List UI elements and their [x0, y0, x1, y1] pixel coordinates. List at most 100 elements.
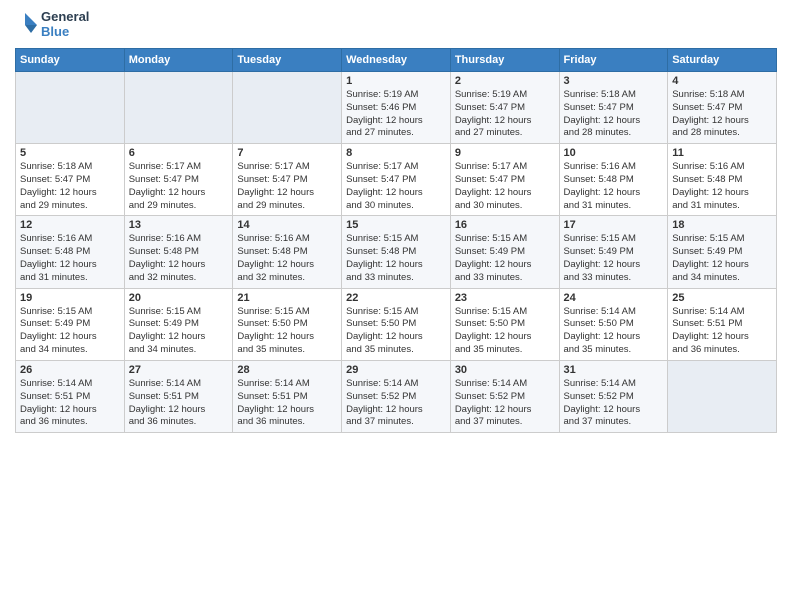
- calendar-cell: 15Sunrise: 5:15 AMSunset: 5:48 PMDayligh…: [342, 216, 451, 288]
- day-number: 23: [455, 292, 555, 304]
- day-info: and 30 minutes.: [346, 200, 446, 213]
- day-info: Daylight: 12 hours: [129, 187, 229, 200]
- weekday-header-thursday: Thursday: [450, 48, 559, 71]
- day-info: Daylight: 12 hours: [129, 331, 229, 344]
- day-info: and 35 minutes.: [455, 344, 555, 357]
- day-info: and 27 minutes.: [455, 127, 555, 140]
- day-number: 10: [564, 147, 664, 159]
- weekday-header-friday: Friday: [559, 48, 668, 71]
- day-number: 31: [564, 364, 664, 376]
- day-info: and 36 minutes.: [672, 344, 772, 357]
- day-info: Sunrise: 5:16 AM: [20, 233, 120, 246]
- day-info: Sunrise: 5:15 AM: [564, 233, 664, 246]
- day-info: and 34 minutes.: [672, 272, 772, 285]
- day-number: 11: [672, 147, 772, 159]
- day-info: and 28 minutes.: [564, 127, 664, 140]
- calendar-cell: 30Sunrise: 5:14 AMSunset: 5:52 PMDayligh…: [450, 360, 559, 432]
- day-info: Sunrise: 5:15 AM: [672, 233, 772, 246]
- day-info: Sunset: 5:48 PM: [346, 246, 446, 259]
- day-info: Sunset: 5:47 PM: [129, 174, 229, 187]
- calendar-cell: [233, 71, 342, 143]
- day-info: Daylight: 12 hours: [455, 115, 555, 128]
- calendar-cell: 3Sunrise: 5:18 AMSunset: 5:47 PMDaylight…: [559, 71, 668, 143]
- day-info: Daylight: 12 hours: [129, 404, 229, 417]
- day-number: 21: [237, 292, 337, 304]
- day-info: Sunset: 5:48 PM: [20, 246, 120, 259]
- day-number: 5: [20, 147, 120, 159]
- day-number: 27: [129, 364, 229, 376]
- day-info: Daylight: 12 hours: [237, 331, 337, 344]
- day-info: and 36 minutes.: [20, 416, 120, 429]
- day-info: Sunrise: 5:16 AM: [564, 161, 664, 174]
- day-info: Sunset: 5:47 PM: [346, 174, 446, 187]
- day-info: and 29 minutes.: [237, 200, 337, 213]
- day-info: Daylight: 12 hours: [346, 259, 446, 272]
- header: General Blue: [15, 10, 777, 40]
- day-info: Sunrise: 5:14 AM: [346, 378, 446, 391]
- calendar-cell: 23Sunrise: 5:15 AMSunset: 5:50 PMDayligh…: [450, 288, 559, 360]
- day-number: 18: [672, 219, 772, 231]
- day-info: Sunset: 5:49 PM: [672, 246, 772, 259]
- day-number: 15: [346, 219, 446, 231]
- day-info: Daylight: 12 hours: [672, 187, 772, 200]
- day-info: and 33 minutes.: [564, 272, 664, 285]
- calendar-cell: 14Sunrise: 5:16 AMSunset: 5:48 PMDayligh…: [233, 216, 342, 288]
- day-info: Sunrise: 5:18 AM: [672, 89, 772, 102]
- day-number: 24: [564, 292, 664, 304]
- day-number: 12: [20, 219, 120, 231]
- day-info: Daylight: 12 hours: [564, 404, 664, 417]
- day-info: Sunrise: 5:17 AM: [237, 161, 337, 174]
- day-info: Sunset: 5:51 PM: [672, 318, 772, 331]
- calendar-cell: 5Sunrise: 5:18 AMSunset: 5:47 PMDaylight…: [16, 144, 125, 216]
- day-info: Daylight: 12 hours: [564, 115, 664, 128]
- logo-container: General Blue: [15, 10, 89, 40]
- calendar-cell: 11Sunrise: 5:16 AMSunset: 5:48 PMDayligh…: [668, 144, 777, 216]
- week-row-3: 19Sunrise: 5:15 AMSunset: 5:49 PMDayligh…: [16, 288, 777, 360]
- weekday-header-row: SundayMondayTuesdayWednesdayThursdayFrid…: [16, 48, 777, 71]
- day-info: Sunset: 5:49 PM: [564, 246, 664, 259]
- day-number: 25: [672, 292, 772, 304]
- calendar-cell: [124, 71, 233, 143]
- day-info: Sunset: 5:51 PM: [20, 391, 120, 404]
- day-info: Sunrise: 5:15 AM: [346, 306, 446, 319]
- day-info: and 29 minutes.: [129, 200, 229, 213]
- day-info: Sunrise: 5:19 AM: [346, 89, 446, 102]
- weekday-header-tuesday: Tuesday: [233, 48, 342, 71]
- day-info: Sunset: 5:48 PM: [129, 246, 229, 259]
- day-info: Daylight: 12 hours: [237, 259, 337, 272]
- weekday-header-monday: Monday: [124, 48, 233, 71]
- day-info: Sunrise: 5:16 AM: [237, 233, 337, 246]
- day-info: and 34 minutes.: [129, 344, 229, 357]
- day-info: Daylight: 12 hours: [20, 404, 120, 417]
- day-info: Sunrise: 5:15 AM: [20, 306, 120, 319]
- day-number: 13: [129, 219, 229, 231]
- day-number: 28: [237, 364, 337, 376]
- calendar-table: SundayMondayTuesdayWednesdayThursdayFrid…: [15, 48, 777, 433]
- day-info: Sunrise: 5:15 AM: [455, 306, 555, 319]
- calendar-cell: [16, 71, 125, 143]
- day-info: Daylight: 12 hours: [564, 187, 664, 200]
- calendar-cell: 20Sunrise: 5:15 AMSunset: 5:49 PMDayligh…: [124, 288, 233, 360]
- day-info: Daylight: 12 hours: [20, 187, 120, 200]
- day-info: Sunrise: 5:14 AM: [672, 306, 772, 319]
- day-info: Sunrise: 5:16 AM: [129, 233, 229, 246]
- calendar-cell: 17Sunrise: 5:15 AMSunset: 5:49 PMDayligh…: [559, 216, 668, 288]
- day-info: Sunset: 5:47 PM: [20, 174, 120, 187]
- day-info: Daylight: 12 hours: [237, 187, 337, 200]
- day-info: Sunset: 5:50 PM: [455, 318, 555, 331]
- week-row-4: 26Sunrise: 5:14 AMSunset: 5:51 PMDayligh…: [16, 360, 777, 432]
- day-info: Sunset: 5:50 PM: [564, 318, 664, 331]
- day-info: Sunset: 5:51 PM: [129, 391, 229, 404]
- day-info: Sunrise: 5:16 AM: [672, 161, 772, 174]
- day-number: 6: [129, 147, 229, 159]
- calendar-cell: 25Sunrise: 5:14 AMSunset: 5:51 PMDayligh…: [668, 288, 777, 360]
- calendar-cell: 12Sunrise: 5:16 AMSunset: 5:48 PMDayligh…: [16, 216, 125, 288]
- day-info: Daylight: 12 hours: [564, 259, 664, 272]
- calendar-cell: 6Sunrise: 5:17 AMSunset: 5:47 PMDaylight…: [124, 144, 233, 216]
- day-number: 30: [455, 364, 555, 376]
- calendar-cell: 18Sunrise: 5:15 AMSunset: 5:49 PMDayligh…: [668, 216, 777, 288]
- day-info: Sunset: 5:49 PM: [455, 246, 555, 259]
- calendar-cell: 8Sunrise: 5:17 AMSunset: 5:47 PMDaylight…: [342, 144, 451, 216]
- day-number: 4: [672, 75, 772, 87]
- day-info: Sunset: 5:52 PM: [346, 391, 446, 404]
